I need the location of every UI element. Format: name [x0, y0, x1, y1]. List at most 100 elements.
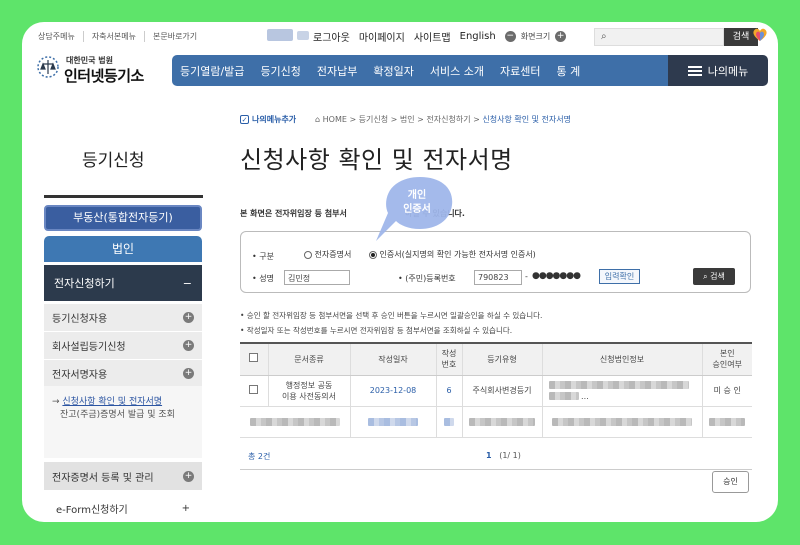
- sidebar-item-realestate[interactable]: 부동산(통합전자등기): [44, 205, 202, 231]
- annotation-text: 개인 인증서: [403, 190, 431, 215]
- col-reg-type: 등기유형: [461, 342, 542, 376]
- sidebar-item-label: 전자서명자용: [52, 370, 108, 381]
- sidebar-item-label: 회사설립등기신청: [52, 342, 126, 353]
- util-link-1[interactable]: 상담주메뉴: [38, 31, 84, 42]
- pagination: 1 (1/ 1): [486, 451, 521, 460]
- approve-button[interactable]: 승인: [712, 471, 749, 493]
- hamburger-icon: [687, 65, 702, 76]
- rrn-label: • (주민)등록번호: [398, 274, 456, 283]
- page-current[interactable]: 1: [486, 451, 492, 460]
- page-title: 신청사항 확인 및 전자서명: [240, 146, 513, 174]
- row-checkbox[interactable]: [240, 375, 268, 407]
- approval-status: 미 승 인: [701, 375, 752, 407]
- zoom-in-icon[interactable]: +: [555, 31, 567, 42]
- col-doc-type: 문서종류: [267, 342, 350, 376]
- my-menu-label: 나의메뉴: [707, 64, 749, 78]
- name-input[interactable]: 김민정: [284, 270, 350, 285]
- sidebar-item-eform[interactable]: e-Form신청하기 +: [44, 495, 202, 521]
- rrn-dash: -: [525, 272, 528, 281]
- sidebar-item-electronic[interactable]: 전자신청하기 −: [44, 265, 202, 301]
- my-menu-button[interactable]: 나의메뉴: [668, 55, 768, 86]
- util-link-3[interactable]: 본문바로가기: [153, 31, 205, 42]
- nav-payment[interactable]: 전자납부: [309, 63, 365, 79]
- sidebar-subitem-active[interactable]: → 신청사항 확인 및 전자서명: [52, 396, 194, 409]
- nav-registration[interactable]: 등기신청: [252, 63, 308, 79]
- sidebar-item-corp[interactable]: 법인: [44, 236, 202, 262]
- add-my-menu-button[interactable]: ✓ 나의메뉴추가: [240, 114, 296, 125]
- input-confirm-button[interactable]: 입력확인: [599, 269, 640, 284]
- sidebar-item-signer[interactable]: 전자서명자용 +: [44, 360, 202, 388]
- english-link[interactable]: English: [460, 31, 496, 42]
- sidebar-item-label: e-Form신청하기: [56, 504, 128, 516]
- utility-links: 상담주메뉴 자축서본메뉴 본문바로가기: [38, 31, 205, 42]
- util-link-2[interactable]: 자축서본메뉴: [92, 31, 145, 42]
- zoom-out-icon[interactable]: −: [504, 31, 516, 42]
- breadcrumb-current: 신청사항 확인 및 전자서명: [482, 115, 571, 124]
- nav-service-intro[interactable]: 서비스 소개: [422, 63, 492, 79]
- blurred-approval: [701, 406, 752, 438]
- home-icon[interactable]: ⌂: [315, 115, 320, 124]
- mypage-link[interactable]: 마이페이지: [359, 29, 405, 44]
- heart-logo-icon: [753, 28, 767, 41]
- expand-icon: +: [183, 312, 194, 323]
- sidebar-item-company-setup[interactable]: 회사설립등기신청 +: [44, 332, 202, 360]
- sidebar-item-cert[interactable]: 전자증명서 등록 및 관리 +: [44, 462, 202, 490]
- main-navigation: 등기열람/발급 등기신청 전자납부 확정일자 서비스 소개 자료센터 통 계: [172, 55, 668, 86]
- logout-link[interactable]: 로그아웃: [313, 29, 350, 44]
- expand-icon: +: [183, 368, 194, 379]
- radio-cert-e[interactable]: 전자증명서: [304, 249, 351, 260]
- radio-button-selected[interactable]: [369, 250, 377, 259]
- document-table: 문서종류 작성일자 작성 번호 등기유형 신청법인정보 본인 승인여부 행정정보…: [240, 342, 752, 438]
- note-line: • 승인 할 전자위임장 등 첨부서면을 선택 후 승인 버튼을 누르시면 일괄…: [240, 311, 543, 320]
- notes: • 승인 할 전자위임장 등 첨부서면을 선택 후 승인 버튼을 누르시면 일괄…: [240, 308, 542, 338]
- top-menu: 로그아웃 마이페이지 사이트맵 English − 화면크기 +: [313, 29, 567, 44]
- blurred-date[interactable]: [349, 406, 436, 438]
- sitemap-link[interactable]: 사이트맵: [414, 29, 451, 44]
- blurred-number[interactable]: [435, 406, 462, 438]
- nav-view-issue[interactable]: 등기열람/발급: [172, 63, 252, 79]
- expand-icon: +: [183, 340, 194, 351]
- sidebar-divider: [44, 195, 203, 198]
- sidebar-subitem-balance[interactable]: 잔고(주금)증명서 발급 및 조회: [52, 409, 194, 422]
- breadcrumb: ⌂ HOME > 등기신청 > 법인 > 전자신청하기 > 신청사항 확인 및 …: [315, 115, 571, 124]
- col-number: 작성 번호: [435, 342, 462, 376]
- number-link[interactable]: 6: [435, 375, 462, 407]
- blurred-user-name: [267, 29, 293, 41]
- total-count: 총 2건: [248, 452, 271, 461]
- nav-statistics[interactable]: 통 계: [548, 63, 588, 79]
- expand-icon: +: [181, 502, 190, 514]
- search-input[interactable]: ⌕: [594, 28, 724, 46]
- select-all-checkbox[interactable]: [240, 342, 268, 376]
- form-search-button[interactable]: ⌕ 검색: [693, 268, 735, 285]
- blurred-corp: [541, 406, 702, 438]
- col-approval: 본인 승인여부: [701, 342, 752, 376]
- blurred-cell: [240, 406, 350, 438]
- sidebar-item-label: 전자신청하기: [54, 277, 115, 290]
- corp-info-cell: ...: [541, 375, 702, 407]
- blurred-user-suffix: [297, 31, 309, 40]
- date-link[interactable]: 2023-12-08: [349, 375, 436, 407]
- radio-button[interactable]: [304, 250, 312, 259]
- collapse-icon: −: [182, 276, 192, 290]
- nav-fixed-date[interactable]: 확정일자: [365, 63, 421, 79]
- court-logo-icon: [37, 56, 59, 78]
- radio-cert-personal[interactable]: 인증서(실지명의 확인 가능한 전자서명 인증서): [369, 249, 536, 260]
- sidebar-item-label: 전자증명서 등록 및 관리: [52, 472, 154, 484]
- doc-type-cell: 행정정보 공동 이용 사전동의서: [267, 375, 350, 407]
- logo-title[interactable]: 인터넷등기소: [64, 65, 144, 86]
- font-size-control: − 화면크기 +: [504, 31, 567, 42]
- type-label: • 구분: [252, 252, 274, 261]
- rrn-front-input[interactable]: 790823: [474, 270, 522, 285]
- col-date: 작성일자: [349, 342, 436, 376]
- table-row[interactable]: [240, 406, 752, 438]
- reg-type-cell: 주식회사변경등기: [461, 375, 542, 407]
- sidebar-item-label: 등기신청자용: [52, 314, 108, 325]
- font-size-label: 화면크기: [520, 32, 551, 41]
- nav-resource[interactable]: 자료센터: [492, 63, 548, 79]
- rrn-back-input[interactable]: ●●●●●●●: [532, 271, 581, 281]
- sidebar-title: 등기신청: [82, 151, 145, 171]
- expand-icon: +: [183, 470, 194, 482]
- table-row[interactable]: 행정정보 공동 이용 사전동의서 2023-12-08 6 주식회사변경등기 .…: [240, 375, 752, 407]
- sidebar-subpanel: → 신청사항 확인 및 전자서명 잔고(주금)증명서 발급 및 조회: [44, 386, 202, 458]
- sidebar-item-applicant[interactable]: 등기신청자용 +: [44, 304, 202, 332]
